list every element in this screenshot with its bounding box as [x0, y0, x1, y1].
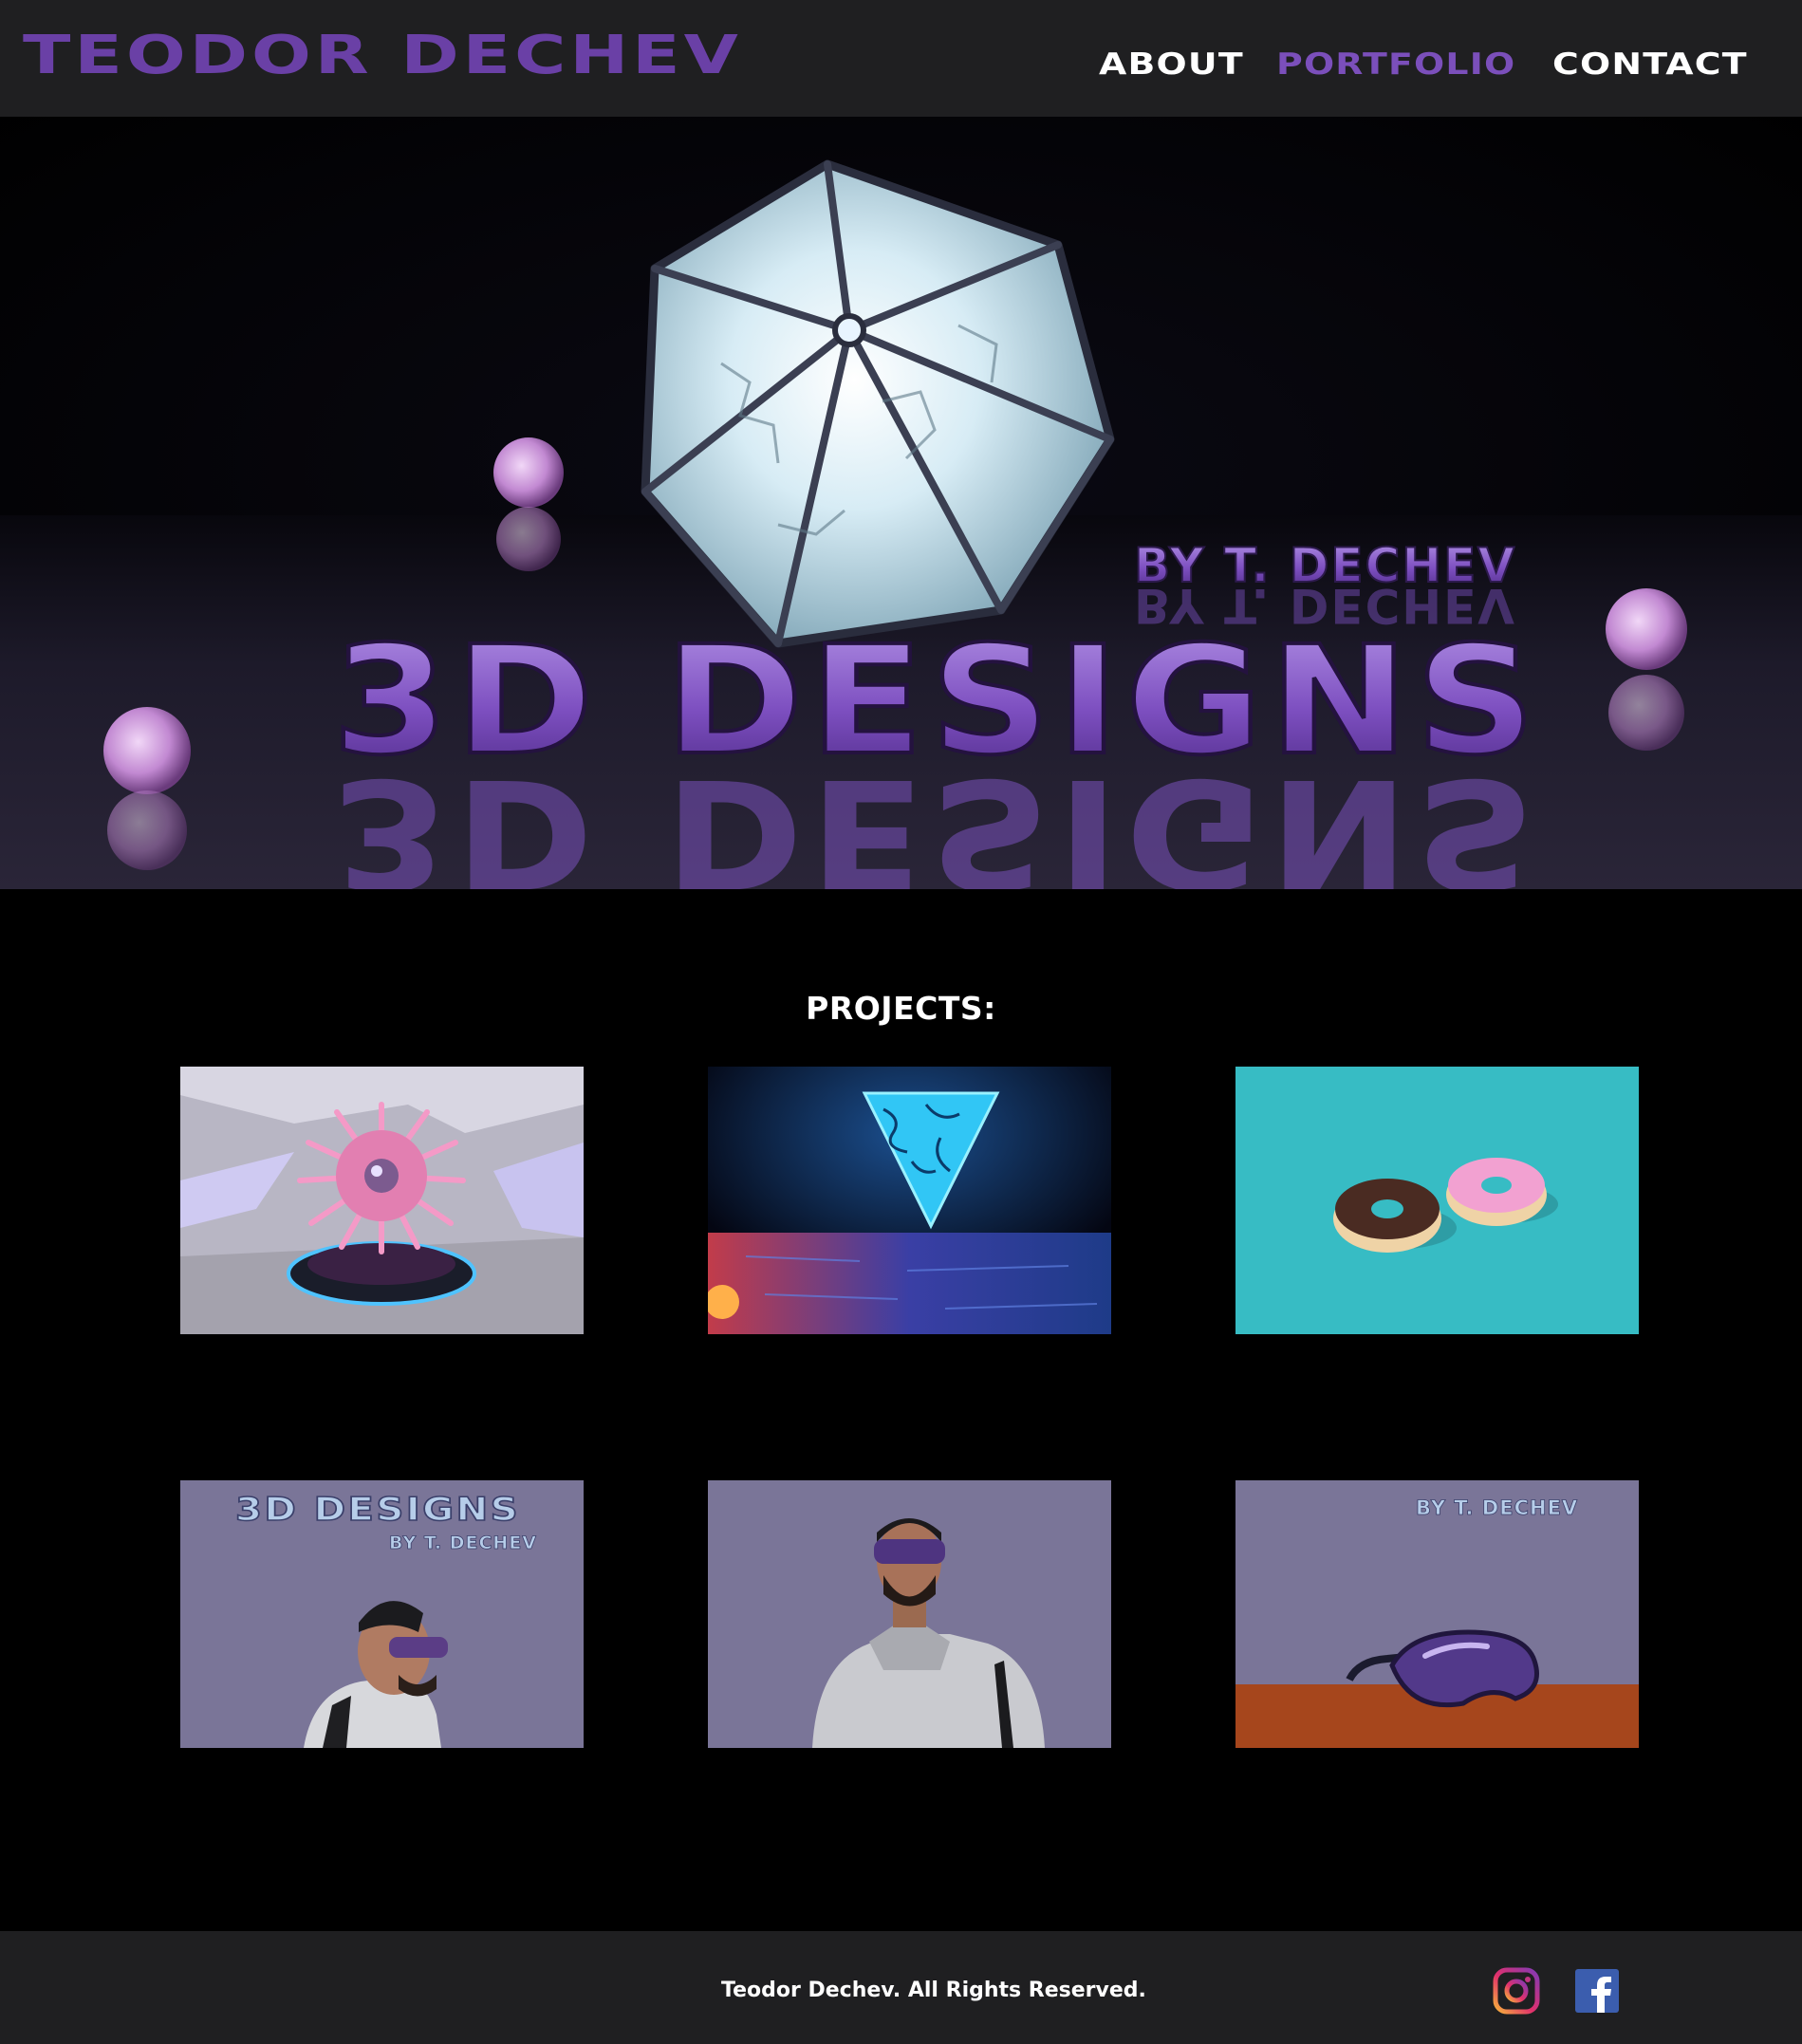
hero-headline-reflection: 3D DESIGNS — [332, 745, 1542, 889]
project-card-1[interactable] — [180, 1067, 584, 1334]
instagram-icon[interactable] — [1493, 1967, 1540, 2015]
site-footer: Teodor Dechev. All Rights Reserved. — [0, 1931, 1802, 2044]
nav-about[interactable]: ABOUT — [1099, 47, 1244, 82]
project-card-5[interactable] — [708, 1480, 1111, 1748]
portfolio-page: TEODOR DECHEV ABOUT PORTFOLIO CONTACT BY… — [0, 0, 1802, 2044]
project-card-3[interactable] — [1235, 1067, 1639, 1334]
site-header: TEODOR DECHEV ABOUT PORTFOLIO CONTACT — [0, 0, 1802, 117]
project-image — [708, 1480, 1111, 1748]
card-caption: 3D DESIGNS — [235, 1491, 520, 1529]
copyright-text: Teodor Dechev. All Rights Reserved. — [721, 1979, 1146, 2002]
project-card-2[interactable] — [708, 1067, 1111, 1334]
hero-image: BY T. DECHEV BY T. DECHEV 3D DESIGNS 3D … — [0, 117, 1802, 889]
project-image: BY T. DECHEV — [1235, 1480, 1639, 1748]
project-card-4[interactable]: 3D DESIGNS BY T. DECHEV — [180, 1480, 584, 1748]
project-image — [1235, 1067, 1639, 1334]
hero-banner: BY T. DECHEV BY T. DECHEV 3D DESIGNS 3D … — [0, 117, 1802, 889]
project-image — [708, 1067, 1111, 1334]
nav-contact[interactable]: CONTACT — [1552, 47, 1748, 82]
site-logo[interactable]: TEODOR DECHEV — [23, 25, 742, 86]
project-image: 3D DESIGNS BY T. DECHEV — [180, 1480, 584, 1748]
card-subcaption: BY T. DECHEV — [389, 1533, 537, 1553]
projects-heading: PROJECTS: — [806, 990, 996, 1027]
card-caption: BY T. DECHEV — [1416, 1496, 1578, 1519]
facebook-icon[interactable] — [1573, 1967, 1621, 2015]
nav-portfolio[interactable]: PORTFOLIO — [1276, 47, 1515, 82]
project-image — [180, 1067, 584, 1334]
project-card-6[interactable]: BY T. DECHEV — [1235, 1480, 1639, 1748]
